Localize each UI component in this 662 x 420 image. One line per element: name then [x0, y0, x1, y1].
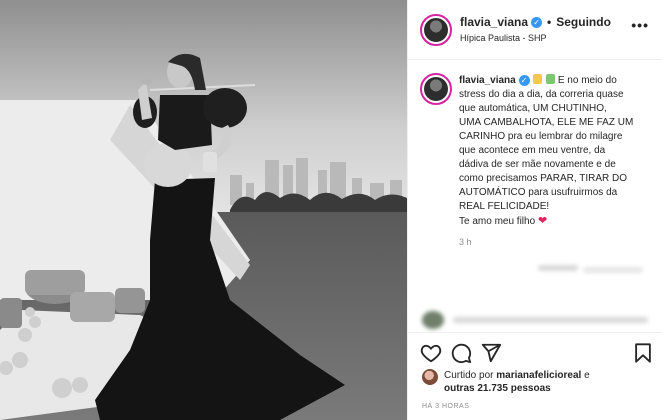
comment-icon[interactable] [450, 342, 472, 364]
separator: • [547, 15, 552, 29]
caption-text: flavia_viana ✓ E no meio do stress do di… [459, 74, 649, 229]
baby-bottle-emoji-icon [533, 74, 543, 84]
caption-line: que automática, UM CHUTINHO, [459, 103, 607, 114]
caption-line: que acontece em meu ventre, da [459, 145, 606, 156]
caption-username-link[interactable]: flavia_viana [459, 75, 516, 86]
caption-line: REAL FELICIDADE! [459, 201, 550, 212]
liker-avatar[interactable] [422, 369, 438, 385]
caption-line: dádiva de ser mãe novamente e de [459, 159, 616, 170]
header-user-line: flavia_viana ✓ • Seguindo [460, 15, 611, 29]
likes-summary: Curtido por marianafelicioreal e outras … [422, 369, 657, 401]
location-link[interactable]: Hípica Paulista - SHP [460, 33, 547, 43]
username-link[interactable]: flavia_viana [460, 15, 528, 29]
pregnant-woman-photo [0, 0, 407, 420]
post-timestamp[interactable]: HÁ 3 HORAS [422, 403, 469, 410]
post-photo[interactable] [0, 0, 407, 420]
share-icon[interactable] [480, 342, 502, 364]
bookmark-icon[interactable] [632, 342, 654, 364]
blurred-comment [408, 257, 662, 279]
sparkles-emoji-icon [546, 74, 556, 84]
caption-line: CARINHO pra eu lembrar do milagre [459, 131, 623, 142]
red-heart-emoji-icon: ❤ [537, 215, 548, 227]
likes-text: Curtido por marianafelicioreal e outras … [444, 370, 590, 394]
caption-line: stress do dia a dia, da correria quase [459, 89, 624, 100]
belly [144, 143, 192, 187]
liker-username-link[interactable]: marianafelicioreal [496, 370, 581, 381]
caption-timestamp[interactable]: 3 h [459, 237, 472, 247]
heart-icon[interactable] [420, 342, 442, 364]
caption-line: Te amo meu filho [459, 216, 536, 227]
caption-line: AUTOMÁTICO para usufruirmos da [459, 187, 618, 198]
caption-line: UMA CAMBALHOTA, ELE ME FAZ UM [459, 117, 634, 128]
blurred-comment [408, 309, 662, 331]
verified-badge-icon: ✓ [518, 75, 530, 86]
caption-section: flavia_viana ✓ E no meio do stress do di… [408, 61, 662, 331]
verified-badge-icon: ✓ [531, 16, 543, 28]
caption-avatar[interactable] [420, 73, 452, 105]
caption-line: como precisamos PARAR, TIRAR DO [459, 173, 628, 184]
post-header: flavia_viana ✓ • Seguindo Hípica Paulist… [408, 0, 662, 60]
caption-line: E no meio do [557, 75, 617, 86]
more-options-icon[interactable]: ••• [631, 17, 649, 33]
avatar[interactable] [420, 14, 452, 46]
instagram-post: flavia_viana ✓ • Seguindo Hípica Paulist… [0, 0, 662, 420]
post-actions: Curtido por marianafelicioreal e outras … [408, 332, 662, 420]
following-button[interactable]: Seguindo [556, 15, 611, 29]
post-sidebar: flavia_viana ✓ • Seguindo Hípica Paulist… [407, 0, 662, 420]
likes-count-link[interactable]: outras 21.735 pessoas [444, 383, 551, 394]
